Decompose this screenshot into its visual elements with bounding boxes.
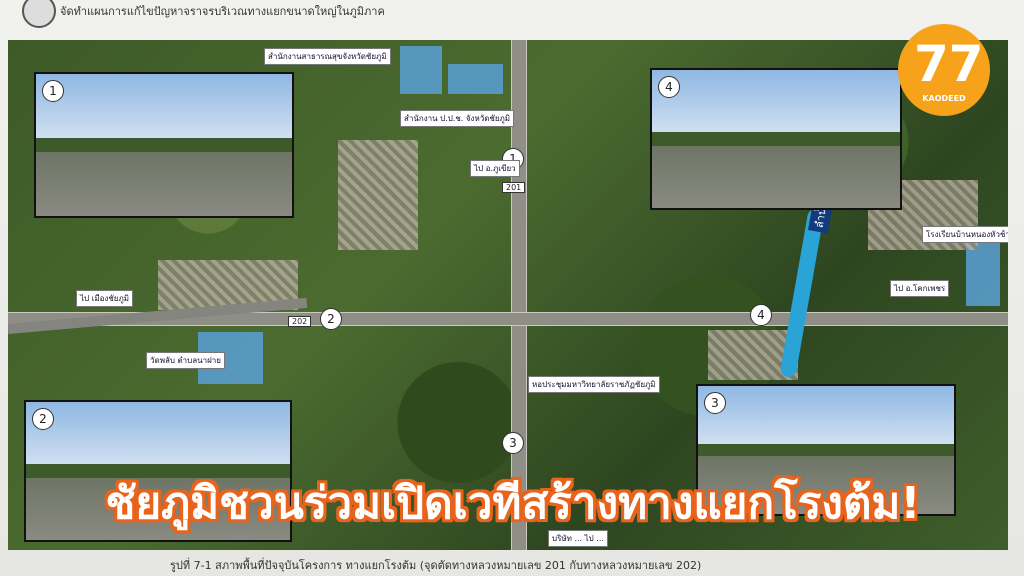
map-label: ไป อ.โคกเพชร	[890, 280, 950, 297]
figure-caption: รูปที่ 7-1 สภาพพื้นที่ปัจจุบันโครงการ ทา…	[170, 559, 702, 572]
map-label: วัดพลับ ตำบลนาฝาย	[146, 352, 225, 369]
map-label: หอประชุมมหาวิทยาลัยราชภัฏชัยภูมิ	[528, 376, 660, 393]
brand-name: KAODEED	[922, 94, 966, 103]
building-block	[448, 64, 503, 94]
river	[779, 207, 825, 379]
site-photo-1: 1	[34, 72, 294, 218]
site-photo-4: 4	[650, 68, 902, 210]
map-label: สำนักงาน ป.ป.ช. จังหวัดชัยภูมิ	[400, 110, 515, 127]
map-marker-3: 3	[502, 432, 524, 454]
building-block	[966, 242, 1000, 306]
headline-overlay: ชัยภูมิชวนร่วมเปิดเวทีสร้างทางแยกโรงต้ม!	[105, 478, 921, 529]
map-marker-2: 2	[320, 308, 342, 330]
route-shield-202: 202	[288, 316, 312, 327]
map-label: สำนักงานสาธารณสุขจังหวัดชัยภูมิ	[264, 48, 391, 65]
photo-number: 3	[704, 392, 726, 414]
map-label: โรงเรียนบ้านหนองหัวช้าง	[922, 226, 1008, 243]
agency-logo-icon	[22, 0, 56, 28]
map-label: ไป เมืองชัยภูมิ	[76, 290, 134, 307]
building-block	[400, 46, 442, 94]
housing-area	[338, 140, 418, 250]
header-title: จัดทำแผนการแก้ไขปัญหาจราจรบริเวณทางแยกขน…	[60, 5, 385, 18]
photo-number: 1	[42, 80, 64, 102]
map-marker-4: 4	[750, 304, 772, 326]
map-label: ไป อ.ภูเขียว	[470, 160, 520, 177]
document-page: จัดทำแผนการแก้ไขปัญหาจราจรบริเวณทางแยกขน…	[0, 0, 1024, 576]
route-shield-201: 201	[502, 182, 526, 193]
photo-number: 2	[32, 408, 54, 430]
brand-logo: 77 KAODEED	[898, 24, 990, 116]
page-header: จัดทำแผนการแก้ไขปัญหาจราจรบริเวณทางแยกขน…	[0, 0, 1024, 36]
brand-mark: 77	[914, 35, 984, 93]
photo-number: 4	[658, 76, 680, 98]
